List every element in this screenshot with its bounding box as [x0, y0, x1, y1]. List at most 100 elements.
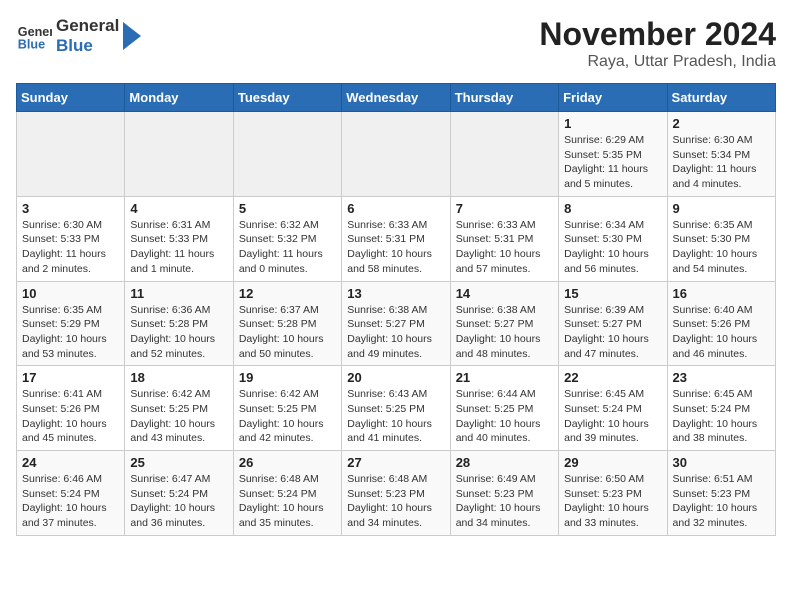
day-number: 3	[22, 201, 119, 216]
calendar-cell: 20 Sunrise: 6:43 AM Sunset: 5:25 PM Dayli…	[342, 366, 450, 451]
day-info: Sunrise: 6:33 AM Sunset: 5:31 PM Dayligh…	[347, 218, 444, 277]
weekday-header-tuesday: Tuesday	[233, 84, 341, 112]
weekday-header-sunday: Sunday	[17, 84, 125, 112]
day-number: 14	[456, 286, 553, 301]
day-info: Sunrise: 6:32 AM Sunset: 5:32 PM Dayligh…	[239, 218, 336, 277]
day-info: Sunrise: 6:50 AM Sunset: 5:23 PM Dayligh…	[564, 472, 661, 531]
calendar-cell: 11 Sunrise: 6:36 AM Sunset: 5:28 PM Dayli…	[125, 281, 233, 366]
svg-text:Blue: Blue	[18, 38, 45, 52]
day-number: 5	[239, 201, 336, 216]
calendar-cell: 16 Sunrise: 6:40 AM Sunset: 5:26 PM Dayli…	[667, 281, 775, 366]
day-number: 19	[239, 370, 336, 385]
day-info: Sunrise: 6:34 AM Sunset: 5:30 PM Dayligh…	[564, 218, 661, 277]
calendar-week-3: 10 Sunrise: 6:35 AM Sunset: 5:29 PM Dayli…	[17, 281, 776, 366]
day-info: Sunrise: 6:37 AM Sunset: 5:28 PM Dayligh…	[239, 303, 336, 362]
day-info: Sunrise: 6:51 AM Sunset: 5:23 PM Dayligh…	[673, 472, 770, 531]
day-info: Sunrise: 6:46 AM Sunset: 5:24 PM Dayligh…	[22, 472, 119, 531]
day-info: Sunrise: 6:43 AM Sunset: 5:25 PM Dayligh…	[347, 387, 444, 446]
day-info: Sunrise: 6:35 AM Sunset: 5:29 PM Dayligh…	[22, 303, 119, 362]
day-info: Sunrise: 6:39 AM Sunset: 5:27 PM Dayligh…	[564, 303, 661, 362]
day-number: 26	[239, 455, 336, 470]
day-info: Sunrise: 6:38 AM Sunset: 5:27 PM Dayligh…	[456, 303, 553, 362]
day-number: 12	[239, 286, 336, 301]
day-number: 6	[347, 201, 444, 216]
calendar-week-2: 3 Sunrise: 6:30 AM Sunset: 5:33 PM Daylig…	[17, 196, 776, 281]
calendar-cell: 12 Sunrise: 6:37 AM Sunset: 5:28 PM Dayli…	[233, 281, 341, 366]
calendar-cell: 6 Sunrise: 6:33 AM Sunset: 5:31 PM Daylig…	[342, 196, 450, 281]
calendar-cell: 28 Sunrise: 6:49 AM Sunset: 5:23 PM Dayli…	[450, 451, 558, 536]
calendar-cell: 2Sunrise: 6:30 AM Sunset: 5:34 PM Daylig…	[667, 112, 775, 197]
logo-icon: General Blue	[16, 18, 52, 54]
day-info: Sunrise: 6:48 AM Sunset: 5:23 PM Dayligh…	[347, 472, 444, 531]
calendar-title: November 2024	[539, 16, 776, 53]
calendar-cell: 10 Sunrise: 6:35 AM Sunset: 5:29 PM Dayli…	[17, 281, 125, 366]
day-number: 11	[130, 286, 227, 301]
day-info: Sunrise: 6:35 AM Sunset: 5:30 PM Dayligh…	[673, 218, 770, 277]
day-info: Sunrise: 6:30 AM Sunset: 5:33 PM Dayligh…	[22, 218, 119, 277]
calendar-week-5: 24 Sunrise: 6:46 AM Sunset: 5:24 PM Dayli…	[17, 451, 776, 536]
day-number: 21	[456, 370, 553, 385]
logo-line2: Blue	[56, 36, 119, 56]
calendar-table: SundayMondayTuesdayWednesdayThursdayFrid…	[16, 83, 776, 536]
day-number: 2	[673, 116, 770, 131]
day-info: Sunrise: 6:33 AM Sunset: 5:31 PM Dayligh…	[456, 218, 553, 277]
weekday-header-saturday: Saturday	[667, 84, 775, 112]
calendar-cell: 23 Sunrise: 6:45 AM Sunset: 5:24 PM Dayli…	[667, 366, 775, 451]
day-number: 15	[564, 286, 661, 301]
day-number: 29	[564, 455, 661, 470]
weekday-header-wednesday: Wednesday	[342, 84, 450, 112]
day-number: 20	[347, 370, 444, 385]
day-info: Sunrise: 6:31 AM Sunset: 5:33 PM Dayligh…	[130, 218, 227, 277]
calendar-cell: 5 Sunrise: 6:32 AM Sunset: 5:32 PM Daylig…	[233, 196, 341, 281]
day-number: 10	[22, 286, 119, 301]
day-number: 28	[456, 455, 553, 470]
calendar-cell: 21 Sunrise: 6:44 AM Sunset: 5:25 PM Dayli…	[450, 366, 558, 451]
calendar-cell: 17 Sunrise: 6:41 AM Sunset: 5:26 PM Dayli…	[17, 366, 125, 451]
calendar-cell: 18 Sunrise: 6:42 AM Sunset: 5:25 PM Dayli…	[125, 366, 233, 451]
calendar-cell: 19 Sunrise: 6:42 AM Sunset: 5:25 PM Dayli…	[233, 366, 341, 451]
day-number: 17	[22, 370, 119, 385]
day-info: Sunrise: 6:38 AM Sunset: 5:27 PM Dayligh…	[347, 303, 444, 362]
day-number: 13	[347, 286, 444, 301]
day-info: Sunrise: 6:29 AM Sunset: 5:35 PM Dayligh…	[564, 133, 661, 192]
day-info: Sunrise: 6:44 AM Sunset: 5:25 PM Dayligh…	[456, 387, 553, 446]
day-number: 4	[130, 201, 227, 216]
day-number: 18	[130, 370, 227, 385]
weekday-header-friday: Friday	[559, 84, 667, 112]
day-number: 30	[673, 455, 770, 470]
calendar-cell: 22 Sunrise: 6:45 AM Sunset: 5:24 PM Dayli…	[559, 366, 667, 451]
calendar-cell: 3 Sunrise: 6:30 AM Sunset: 5:33 PM Daylig…	[17, 196, 125, 281]
day-number: 23	[673, 370, 770, 385]
day-number: 1	[564, 116, 661, 131]
calendar-cell: 25Sunrise: 6:47 AM Sunset: 5:24 PM Dayli…	[125, 451, 233, 536]
day-info: Sunrise: 6:42 AM Sunset: 5:25 PM Dayligh…	[239, 387, 336, 446]
day-number: 27	[347, 455, 444, 470]
day-number: 22	[564, 370, 661, 385]
day-info: Sunrise: 6:40 AM Sunset: 5:26 PM Dayligh…	[673, 303, 770, 362]
calendar-cell	[125, 112, 233, 197]
day-info: Sunrise: 6:36 AM Sunset: 5:28 PM Dayligh…	[130, 303, 227, 362]
day-number: 8	[564, 201, 661, 216]
calendar-subtitle: Raya, Uttar Pradesh, India	[539, 53, 776, 71]
calendar-cell: 8 Sunrise: 6:34 AM Sunset: 5:30 PM Daylig…	[559, 196, 667, 281]
calendar-cell: 14 Sunrise: 6:38 AM Sunset: 5:27 PM Dayli…	[450, 281, 558, 366]
calendar-cell: 29 Sunrise: 6:50 AM Sunset: 5:23 PM Dayli…	[559, 451, 667, 536]
calendar-week-1: 1 Sunrise: 6:29 AM Sunset: 5:35 PM Daylig…	[17, 112, 776, 197]
day-info: Sunrise: 6:45 AM Sunset: 5:24 PM Dayligh…	[673, 387, 770, 446]
calendar-cell: 30 Sunrise: 6:51 AM Sunset: 5:23 PM Dayli…	[667, 451, 775, 536]
calendar-cell	[450, 112, 558, 197]
day-info: Sunrise: 6:42 AM Sunset: 5:25 PM Dayligh…	[130, 387, 227, 446]
day-info: Sunrise: 6:45 AM Sunset: 5:24 PM Dayligh…	[564, 387, 661, 446]
logo-arrow-icon	[123, 22, 141, 50]
day-info: Sunrise: 6:49 AM Sunset: 5:23 PM Dayligh…	[456, 472, 553, 531]
calendar-cell: 15 Sunrise: 6:39 AM Sunset: 5:27 PM Dayli…	[559, 281, 667, 366]
day-info: Sunrise: 6:41 AM Sunset: 5:26 PM Dayligh…	[22, 387, 119, 446]
day-number: 25	[130, 455, 227, 470]
calendar-week-4: 17 Sunrise: 6:41 AM Sunset: 5:26 PM Dayli…	[17, 366, 776, 451]
logo-line1: General	[56, 16, 119, 36]
calendar-cell: 27 Sunrise: 6:48 AM Sunset: 5:23 PM Dayli…	[342, 451, 450, 536]
calendar-cell: 9Sunrise: 6:35 AM Sunset: 5:30 PM Daylig…	[667, 196, 775, 281]
calendar-cell: 1 Sunrise: 6:29 AM Sunset: 5:35 PM Daylig…	[559, 112, 667, 197]
day-number: 24	[22, 455, 119, 470]
day-number: 16	[673, 286, 770, 301]
